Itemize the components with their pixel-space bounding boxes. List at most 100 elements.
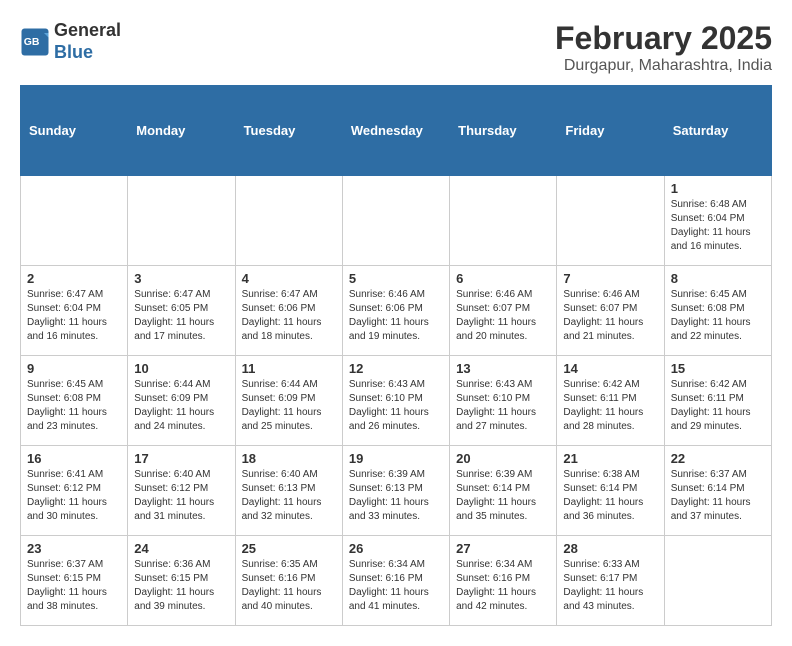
day-cell: 6 Sunrise: 6:46 AM Sunset: 6:07 PM Daylig… bbox=[450, 266, 557, 356]
day-info: Sunrise: 6:43 AM Sunset: 6:10 PM Dayligh… bbox=[349, 378, 443, 434]
day-cell: 28Sunrise: 6:33 AM Sunset: 6:17 PM Dayli… bbox=[557, 536, 664, 626]
day-info: Sunrise: 6:41 AM Sunset: 6:12 PM Dayligh… bbox=[27, 468, 121, 524]
day-cell: 19 Sunrise: 6:39 AM Sunset: 6:13 PM Dayli… bbox=[342, 446, 449, 536]
weekday-header-friday: Friday bbox=[557, 86, 664, 176]
day-cell: 8 Sunrise: 6:45 AM Sunset: 6:08 PM Daylig… bbox=[664, 266, 771, 356]
day-number: 2 bbox=[27, 271, 121, 286]
day-cell: 16 Sunrise: 6:41 AM Sunset: 6:12 PM Dayli… bbox=[21, 446, 128, 536]
day-info: Sunrise: 6:45 AM Sunset: 6:08 PM Dayligh… bbox=[671, 288, 765, 344]
logo-icon: GB bbox=[20, 27, 50, 57]
week-row-4: 16 Sunrise: 6:41 AM Sunset: 6:12 PM Dayli… bbox=[21, 446, 772, 536]
day-number: 21 bbox=[563, 451, 657, 466]
day-number: 20 bbox=[456, 451, 550, 466]
day-info: Sunrise: 6:39 AM Sunset: 6:14 PM Dayligh… bbox=[456, 468, 550, 524]
day-info: Sunrise: 6:37 AM Sunset: 6:15 PM Dayligh… bbox=[27, 558, 121, 614]
day-cell: 25Sunrise: 6:35 AM Sunset: 6:16 PM Dayli… bbox=[235, 536, 342, 626]
day-number: 24 bbox=[134, 541, 228, 556]
logo-line1: General bbox=[54, 20, 121, 42]
day-cell: 9 Sunrise: 6:45 AM Sunset: 6:08 PM Daylig… bbox=[21, 356, 128, 446]
week-row-2: 2Sunrise: 6:47 AM Sunset: 6:04 PM Daylig… bbox=[21, 266, 772, 356]
day-cell: 20 Sunrise: 6:39 AM Sunset: 6:14 PM Dayli… bbox=[450, 446, 557, 536]
calendar-table: SundayMondayTuesdayWednesdayThursdayFrid… bbox=[20, 85, 772, 626]
day-number: 15 bbox=[671, 361, 765, 376]
day-cell: 12 Sunrise: 6:43 AM Sunset: 6:10 PM Dayli… bbox=[342, 356, 449, 446]
day-number: 4 bbox=[242, 271, 336, 286]
day-number: 19 bbox=[349, 451, 443, 466]
day-cell: 4 Sunrise: 6:47 AM Sunset: 6:06 PM Daylig… bbox=[235, 266, 342, 356]
day-info: Sunrise: 6:36 AM Sunset: 6:15 PM Dayligh… bbox=[134, 558, 228, 614]
day-info: Sunrise: 6:46 AM Sunset: 6:07 PM Dayligh… bbox=[563, 288, 657, 344]
day-info: Sunrise: 6:40 AM Sunset: 6:12 PM Dayligh… bbox=[134, 468, 228, 524]
day-number: 13 bbox=[456, 361, 550, 376]
day-cell: 14 Sunrise: 6:42 AM Sunset: 6:11 PM Dayli… bbox=[557, 356, 664, 446]
day-number: 27 bbox=[456, 541, 550, 556]
day-cell bbox=[450, 176, 557, 266]
day-number: 7 bbox=[563, 271, 657, 286]
day-cell: 21Sunrise: 6:38 AM Sunset: 6:14 PM Dayli… bbox=[557, 446, 664, 536]
weekday-header-saturday: Saturday bbox=[664, 86, 771, 176]
week-row-3: 9 Sunrise: 6:45 AM Sunset: 6:08 PM Daylig… bbox=[21, 356, 772, 446]
day-cell: 23Sunrise: 6:37 AM Sunset: 6:15 PM Dayli… bbox=[21, 536, 128, 626]
day-info: Sunrise: 6:46 AM Sunset: 6:06 PM Dayligh… bbox=[349, 288, 443, 344]
week-row-1: 1 Sunrise: 6:48 AM Sunset: 6:04 PM Daylig… bbox=[21, 176, 772, 266]
day-cell bbox=[664, 536, 771, 626]
logo-line2: Blue bbox=[54, 42, 121, 64]
day-number: 26 bbox=[349, 541, 443, 556]
day-cell: 17 Sunrise: 6:40 AM Sunset: 6:12 PM Dayli… bbox=[128, 446, 235, 536]
day-cell: 5 Sunrise: 6:46 AM Sunset: 6:06 PM Daylig… bbox=[342, 266, 449, 356]
month-title: February 2025 bbox=[555, 20, 772, 57]
logo: GB General Blue bbox=[20, 20, 121, 63]
day-info: Sunrise: 6:37 AM Sunset: 6:14 PM Dayligh… bbox=[671, 468, 765, 524]
day-cell: 11 Sunrise: 6:44 AM Sunset: 6:09 PM Dayli… bbox=[235, 356, 342, 446]
day-cell: 1 Sunrise: 6:48 AM Sunset: 6:04 PM Daylig… bbox=[664, 176, 771, 266]
day-info: Sunrise: 6:46 AM Sunset: 6:07 PM Dayligh… bbox=[456, 288, 550, 344]
day-cell: 24 Sunrise: 6:36 AM Sunset: 6:15 PM Dayli… bbox=[128, 536, 235, 626]
day-cell: 2Sunrise: 6:47 AM Sunset: 6:04 PM Daylig… bbox=[21, 266, 128, 356]
weekday-header-row: SundayMondayTuesdayWednesdayThursdayFrid… bbox=[21, 86, 772, 176]
day-cell: 3 Sunrise: 6:47 AM Sunset: 6:05 PM Daylig… bbox=[128, 266, 235, 356]
day-info: Sunrise: 6:42 AM Sunset: 6:11 PM Dayligh… bbox=[563, 378, 657, 434]
title-block: February 2025 Durgapur, Maharashtra, Ind… bbox=[555, 20, 772, 75]
day-info: Sunrise: 6:45 AM Sunset: 6:08 PM Dayligh… bbox=[27, 378, 121, 434]
day-cell bbox=[342, 176, 449, 266]
day-info: Sunrise: 6:42 AM Sunset: 6:11 PM Dayligh… bbox=[671, 378, 765, 434]
day-info: Sunrise: 6:48 AM Sunset: 6:04 PM Dayligh… bbox=[671, 198, 765, 254]
day-number: 28 bbox=[563, 541, 657, 556]
day-info: Sunrise: 6:40 AM Sunset: 6:13 PM Dayligh… bbox=[242, 468, 336, 524]
weekday-header-sunday: Sunday bbox=[21, 86, 128, 176]
day-info: Sunrise: 6:47 AM Sunset: 6:05 PM Dayligh… bbox=[134, 288, 228, 344]
day-cell bbox=[21, 176, 128, 266]
day-info: Sunrise: 6:47 AM Sunset: 6:06 PM Dayligh… bbox=[242, 288, 336, 344]
day-number: 22 bbox=[671, 451, 765, 466]
day-info: Sunrise: 6:43 AM Sunset: 6:10 PM Dayligh… bbox=[456, 378, 550, 434]
day-number: 16 bbox=[27, 451, 121, 466]
weekday-header-wednesday: Wednesday bbox=[342, 86, 449, 176]
weekday-header-thursday: Thursday bbox=[450, 86, 557, 176]
day-cell bbox=[128, 176, 235, 266]
day-number: 12 bbox=[349, 361, 443, 376]
day-number: 25 bbox=[242, 541, 336, 556]
day-number: 5 bbox=[349, 271, 443, 286]
day-cell: 18 Sunrise: 6:40 AM Sunset: 6:13 PM Dayli… bbox=[235, 446, 342, 536]
day-cell: 7 Sunrise: 6:46 AM Sunset: 6:07 PM Daylig… bbox=[557, 266, 664, 356]
day-cell: 10Sunrise: 6:44 AM Sunset: 6:09 PM Dayli… bbox=[128, 356, 235, 446]
day-cell bbox=[557, 176, 664, 266]
svg-text:GB: GB bbox=[24, 36, 40, 48]
day-number: 3 bbox=[134, 271, 228, 286]
day-number: 14 bbox=[563, 361, 657, 376]
day-number: 18 bbox=[242, 451, 336, 466]
day-info: Sunrise: 6:39 AM Sunset: 6:13 PM Dayligh… bbox=[349, 468, 443, 524]
day-number: 1 bbox=[671, 181, 765, 196]
day-number: 8 bbox=[671, 271, 765, 286]
day-number: 9 bbox=[27, 361, 121, 376]
day-number: 17 bbox=[134, 451, 228, 466]
day-info: Sunrise: 6:44 AM Sunset: 6:09 PM Dayligh… bbox=[242, 378, 336, 434]
week-row-5: 23Sunrise: 6:37 AM Sunset: 6:15 PM Dayli… bbox=[21, 536, 772, 626]
day-cell bbox=[235, 176, 342, 266]
page-header: GB General Blue February 2025 Durgapur, … bbox=[20, 20, 772, 75]
day-cell: 22 Sunrise: 6:37 AM Sunset: 6:14 PM Dayli… bbox=[664, 446, 771, 536]
day-number: 6 bbox=[456, 271, 550, 286]
day-info: Sunrise: 6:34 AM Sunset: 6:16 PM Dayligh… bbox=[456, 558, 550, 614]
day-number: 11 bbox=[242, 361, 336, 376]
day-cell: 26Sunrise: 6:34 AM Sunset: 6:16 PM Dayli… bbox=[342, 536, 449, 626]
